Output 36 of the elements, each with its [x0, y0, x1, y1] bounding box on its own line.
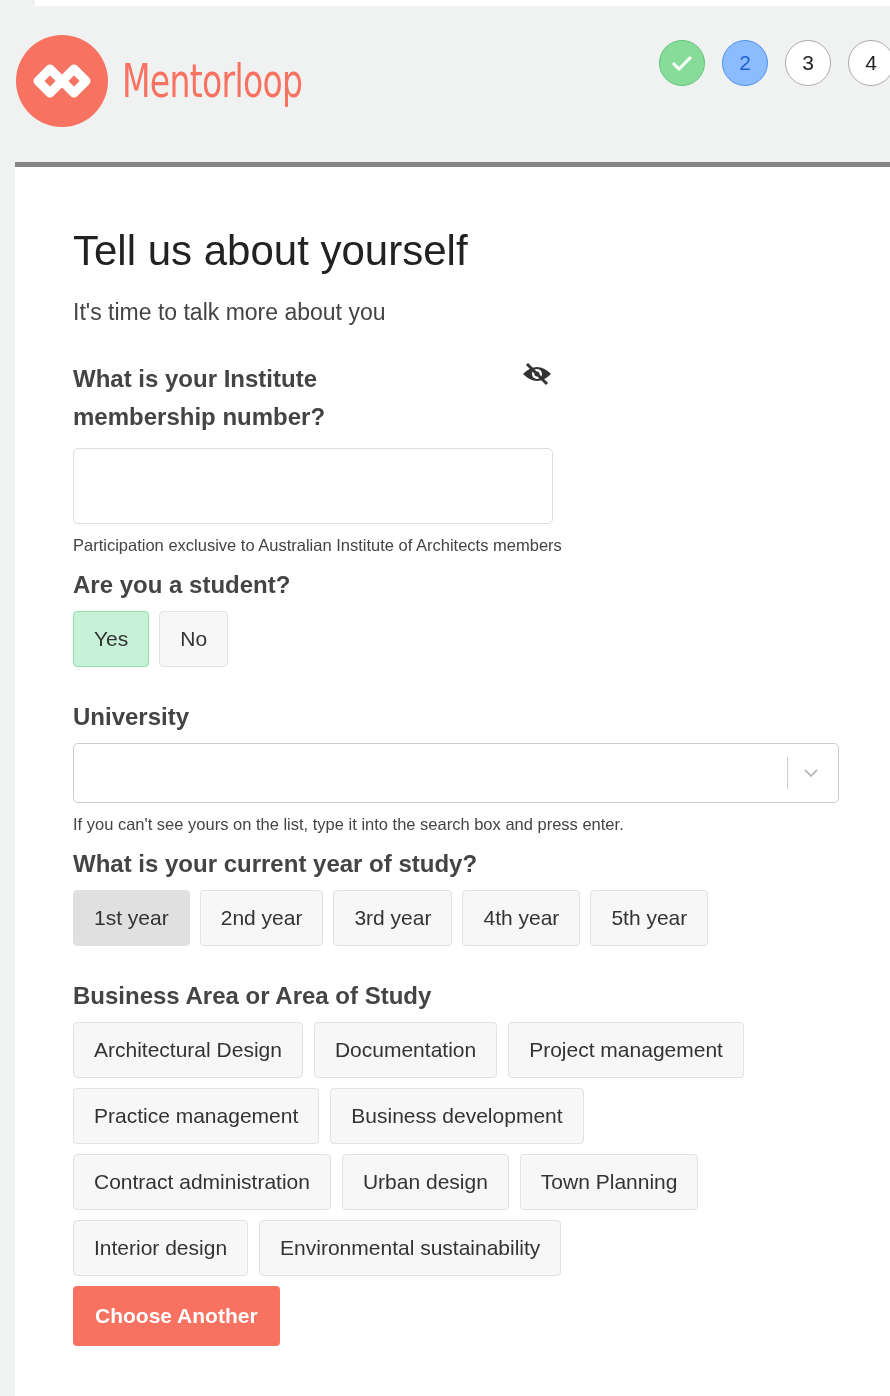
- option-button[interactable]: Environmental sustainability: [259, 1220, 562, 1276]
- field-label: Business Area or Area of Study: [73, 982, 433, 1010]
- help-text: If you can't see yours on the list, type it into the search box and press enter.: [73, 815, 625, 834]
- step-indicator[interactable]: [659, 40, 705, 86]
- option-button[interactable]: Documentation: [313, 1022, 498, 1078]
- option-button[interactable]: 2nd year: [199, 890, 324, 946]
- option-button[interactable]: Yes: [73, 611, 150, 667]
- logo-icon: [16, 35, 108, 127]
- chevron-down-icon: [804, 768, 818, 778]
- option-button[interactable]: Contract administration: [73, 1154, 331, 1210]
- step-indicator[interactable]: 4: [848, 40, 890, 86]
- option-button[interactable]: 4th year: [462, 890, 581, 946]
- option-button[interactable]: Practice management: [73, 1088, 320, 1144]
- page-title: Tell us about yourself: [73, 227, 469, 275]
- option-button[interactable]: 1st year: [73, 890, 190, 946]
- option-button[interactable]: Urban design: [341, 1154, 509, 1210]
- option-button[interactable]: 3rd year: [333, 890, 453, 946]
- check-icon: [671, 55, 693, 71]
- option-button[interactable]: Architectural Design: [73, 1022, 303, 1078]
- field-label: University: [73, 703, 191, 731]
- page-subtitle: It's time to talk more about you: [73, 299, 387, 326]
- option-button[interactable]: 5th year: [590, 890, 709, 946]
- option-button[interactable]: Project management: [508, 1022, 744, 1078]
- membership-input-field[interactable]: [73, 448, 553, 524]
- option-button[interactable]: Interior design: [73, 1220, 249, 1276]
- field-label: What is your current year of study?: [73, 850, 479, 878]
- step-indicator[interactable]: 3: [785, 40, 831, 86]
- brand-name: Mentorloop: [122, 54, 303, 108]
- option-button[interactable]: Town Planning: [519, 1154, 699, 1210]
- university-select-field[interactable]: [73, 743, 839, 803]
- option-button[interactable]: Business development: [330, 1088, 584, 1144]
- help-text: Participation exclusive to Australian Institute of Architects members: [73, 536, 563, 555]
- field-label: Are you a student?: [73, 571, 292, 599]
- hidden-eye-icon[interactable]: [521, 362, 553, 386]
- field-label: What is your Institute membership number?: [73, 364, 327, 432]
- option-button[interactable]: No: [159, 611, 229, 667]
